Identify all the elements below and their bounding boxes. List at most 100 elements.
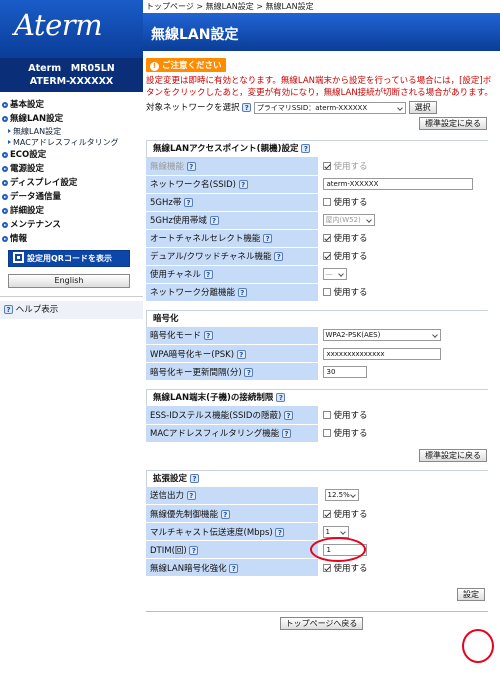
help-icon[interactable]: ? [274, 252, 284, 261]
reset-default-button-top[interactable]: 標準設定に戻る [419, 117, 487, 130]
reset-default-button-bottom[interactable]: 標準設定に戻る [419, 448, 487, 462]
help-icon[interactable]: ? [242, 103, 252, 112]
sidebar-subitem-label: 無線LAN設定 [13, 127, 62, 136]
sidebar-item-label: 詳細設定 [10, 206, 45, 216]
help-icon[interactable]: ? [203, 270, 213, 279]
encryption-mode-select[interactable]: WPA2-PSK(AES) [322, 329, 441, 342]
sidebar: Aterm Aterm MR05LN ATERM-XXXXXX 基本設定 無線L… [0, 0, 143, 688]
sidebar-item-power[interactable]: 電源設定 [0, 162, 143, 176]
table-row: ESS-IDステルス機能(SSIDの隠蔽) ? 使用する [146, 406, 488, 425]
tx-power-select[interactable]: 12.5% [324, 489, 359, 502]
settings-table: ESS-IDステルス機能(SSIDの隠蔽) ? 使用する MACアドレスフィルタリ… [146, 406, 488, 443]
row-value: xxxxxxxxxxxxxx [317, 344, 488, 363]
apply-button[interactable]: 設定 [457, 588, 485, 601]
breadcrumb: トップページ > 無線LAN設定 > 無線LAN設定 [146, 2, 314, 11]
help-link[interactable]: ? ヘルプ表示 [0, 301, 143, 319]
help-icon[interactable]: ? [229, 563, 239, 573]
sidebar-item-label: データ通信量 [10, 192, 62, 202]
help-icon[interactable]: ? [263, 234, 273, 243]
sidebar-item-advanced[interactable]: 詳細設定 [0, 204, 143, 218]
key-interval-input[interactable]: 30 [322, 365, 367, 378]
model-name: Aterm MR05LN [28, 63, 115, 74]
table-row: マルチキャスト伝送速度(Mbps) ? 1 [146, 522, 488, 541]
checkbox[interactable] [322, 563, 331, 572]
checkbox[interactable] [322, 161, 331, 170]
settings-table: 送信出力 ? 12.5% 無線優先制御機能 ? 使用する マルチキャスト伝送速度(M… [146, 486, 488, 577]
triangle-icon [8, 129, 11, 133]
row-value: aterm-XXXXXX [317, 175, 488, 194]
row-value: 30 [317, 362, 488, 381]
sidebar-item-label: 情報 [10, 234, 28, 244]
settings-table: 暗号化モード ? WPA2-PSK(AES) WPA暗号化キー(PSK) ? xxx… [146, 326, 488, 381]
row-label: オートチャネルセレクト機能 ? [146, 229, 318, 248]
target-network-select[interactable]: プライマリSSID：aterm-XXXXXX [253, 101, 406, 114]
sidebar-item-data-usage[interactable]: データ通信量 [0, 190, 143, 204]
checkbox[interactable] [322, 410, 331, 419]
row-value: 使用する [317, 157, 488, 176]
help-icon[interactable]: ? [186, 161, 196, 171]
row-label: デュアル/クワッドチャネル機能 ? [146, 247, 318, 266]
row-label: ネットワーク分離機能 ? [146, 283, 318, 302]
section-title: 無線LANアクセスポイント(親機)設定 [153, 144, 299, 154]
help-icon[interactable]: ? [189, 473, 199, 483]
help-icon[interactable]: ? [238, 180, 248, 189]
arrow-icon [2, 208, 8, 214]
sidebar-subitem-mac-filter[interactable]: MACアドレスフィルタリング [0, 137, 143, 148]
qr-code-icon [13, 252, 24, 263]
help-icon[interactable]: ? [283, 410, 293, 420]
checkbox[interactable] [322, 429, 331, 437]
arrow-icon [2, 116, 8, 122]
qr-code-button[interactable]: 設定用QRコードを表示 [8, 250, 130, 267]
multicast-rate-select[interactable]: 1 [322, 525, 349, 538]
sidebar-item-display[interactable]: ディスプレイ設定 [0, 176, 143, 190]
chevron-down-icon [339, 528, 346, 535]
help-icon: ? [4, 305, 13, 314]
row-value: 使用する [317, 247, 488, 266]
section-heading: 無線LANアクセスポイント(親機)設定 ? [146, 140, 488, 157]
help-icon[interactable]: ? [276, 393, 286, 402]
notice-badge: ! ご注意ください [146, 58, 226, 72]
ssid-input[interactable]: aterm-XXXXXX [322, 178, 473, 190]
checkbox[interactable] [322, 288, 331, 296]
help-icon[interactable]: ? [220, 509, 230, 519]
row-value: 使用する [317, 504, 488, 523]
table-row: 無線優先制御機能 ? 使用する [146, 504, 488, 523]
back-to-top-button[interactable]: トップページへ戻る [279, 617, 364, 630]
psk-input[interactable]: xxxxxxxxxxxxxx [322, 347, 441, 360]
select-button[interactable]: 選択 [408, 101, 437, 114]
checkbox[interactable] [322, 234, 331, 242]
help-icon[interactable]: ? [237, 288, 247, 297]
help-icon[interactable]: ? [301, 144, 311, 153]
highlight-circle [462, 629, 494, 663]
english-button[interactable]: English [8, 274, 130, 288]
exclamation-icon: ! [150, 62, 159, 71]
help-icon[interactable]: ? [186, 491, 196, 501]
sidebar-subitem-wireless-settings[interactable]: 無線LAN設定 [0, 126, 143, 137]
divider [0, 296, 143, 297]
band-select[interactable]: 屋内(W52) [322, 214, 375, 226]
sidebar-item-basic[interactable]: 基本設定 [0, 98, 143, 112]
channel-select[interactable]: ― [322, 268, 347, 280]
checkbox[interactable] [322, 509, 331, 518]
sidebar-item-maintenance[interactable]: メンテナンス [0, 218, 143, 232]
highlight-circle [310, 537, 366, 562]
help-icon[interactable]: ? [189, 545, 199, 555]
help-icon[interactable]: ? [281, 429, 291, 438]
row-value: 使用する [317, 229, 488, 248]
sidebar-nav: 基本設定 無線LAN設定 無線LAN設定 MACアドレスフィルタリング ECO設… [0, 92, 143, 246]
sidebar-item-wireless[interactable]: 無線LAN設定 [0, 112, 143, 126]
help-icon[interactable]: ? [236, 349, 246, 359]
checkbox[interactable] [322, 198, 331, 206]
help-icon[interactable]: ? [275, 527, 285, 537]
checkbox[interactable] [322, 252, 331, 260]
table-row: 5GHz帯 ? 使用する [146, 193, 488, 212]
section-extended: 拡張設定 ? 送信出力 ? 12.5% 無線優先制御機能 ? 使用する マルチキャス… [146, 469, 488, 577]
help-icon[interactable]: ? [209, 216, 219, 225]
help-icon[interactable]: ? [203, 331, 213, 341]
row-label: ESS-IDステルス機能(SSIDの隠蔽) ? [146, 406, 318, 425]
arrow-icon [2, 180, 8, 186]
sidebar-item-eco[interactable]: ECO設定 [0, 148, 143, 162]
help-icon[interactable]: ? [184, 198, 194, 207]
help-icon[interactable]: ? [244, 367, 254, 377]
sidebar-item-info[interactable]: 情報 [0, 232, 143, 246]
